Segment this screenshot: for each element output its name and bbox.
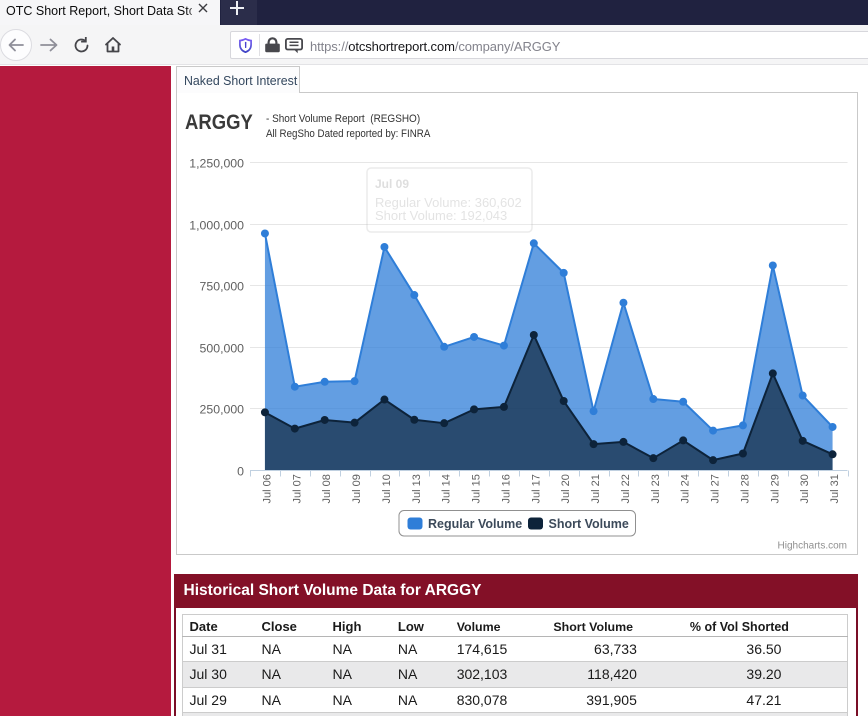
svg-text:Jul 09: Jul 09 [375,177,409,191]
svg-text:Jul 23: Jul 23 [650,474,662,503]
svg-text:Jul 13: Jul 13 [411,474,423,503]
svg-text:Jul 06: Jul 06 [261,474,273,503]
svg-text:Regular Volume: Regular Volume [428,517,522,531]
svg-text:0: 0 [237,465,244,479]
svg-text:Jul 09: Jul 09 [351,474,363,503]
svg-text:1,000,000: 1,000,000 [189,219,244,233]
svg-text:Jul 31: Jul 31 [829,474,841,503]
svg-text:Jul 22: Jul 22 [620,474,632,503]
svg-text:Jul 08: Jul 08 [321,474,333,503]
svg-text:250,000: 250,000 [200,403,245,417]
svg-text:Jul 30: Jul 30 [799,474,811,503]
svg-text:Jul 24: Jul 24 [680,474,692,503]
svg-text:Jul 21: Jul 21 [590,474,602,503]
svg-text:Jul 29: Jul 29 [769,474,781,503]
svg-text:Jul 10: Jul 10 [381,474,393,503]
svg-text:1,250,000: 1,250,000 [189,157,244,171]
svg-text:Jul 07: Jul 07 [291,474,303,503]
svg-text:Jul 17: Jul 17 [530,474,542,503]
svg-text:Jul 16: Jul 16 [500,474,512,503]
svg-text:750,000: 750,000 [200,280,245,294]
svg-text:Highcharts.com: Highcharts.com [778,541,847,552]
svg-text:Short Volume: Short Volume [549,517,629,531]
svg-text:Jul 28: Jul 28 [739,474,751,503]
svg-text:Jul 15: Jul 15 [471,474,483,503]
svg-text:Jul 14: Jul 14 [441,474,453,503]
svg-text:Jul 20: Jul 20 [560,474,572,503]
svg-text:Jul 27: Jul 27 [710,474,722,503]
svg-text:500,000: 500,000 [200,342,245,356]
svg-text:Short Volume: 192,043: Short Volume: 192,043 [375,208,507,223]
